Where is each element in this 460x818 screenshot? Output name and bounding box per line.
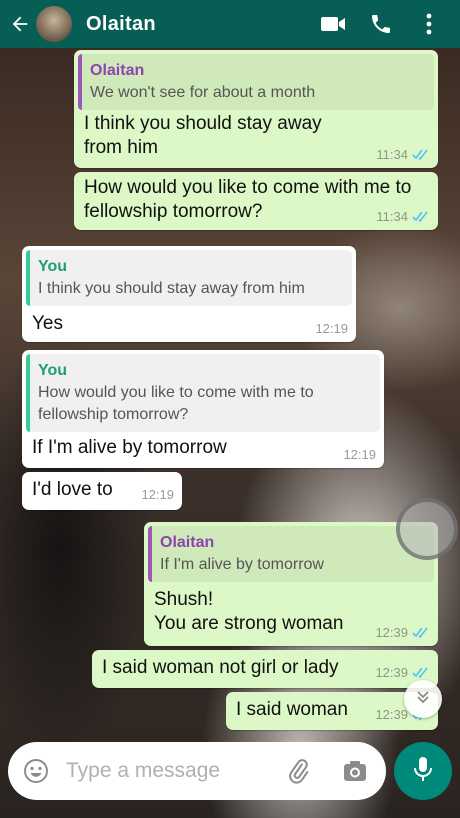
message-text: If I'm alive by tomorrow (32, 437, 227, 458)
touch-indicator (396, 498, 458, 560)
message-time: 12:39 (375, 707, 408, 722)
emoji-icon[interactable] (22, 757, 50, 785)
chevron-double-down-icon (415, 689, 431, 710)
read-receipt-icon (412, 149, 430, 160)
scroll-to-bottom-button[interactable] (404, 680, 442, 718)
message-time: 12:19 (343, 447, 376, 462)
back-arrow-icon[interactable] (6, 10, 34, 38)
chat-header: Olaitan (0, 0, 460, 48)
message-input[interactable] (64, 758, 278, 784)
quote-text: If I'm alive by tomorrow (160, 556, 324, 573)
contact-avatar[interactable] (36, 6, 72, 42)
contact-name[interactable]: Olaitan (86, 13, 156, 36)
message-bubble-outgoing[interactable]: Olaitan We won't see for about a month I… (74, 50, 438, 168)
message-bubble-incoming[interactable]: You I think you should stay away from hi… (22, 246, 356, 342)
quote-author: You (38, 362, 68, 379)
message-composer (8, 742, 386, 800)
quoted-message[interactable]: Olaitan We won't see for about a month (78, 54, 434, 110)
quote-text: I think you should stay away from him (38, 280, 305, 297)
quote-author: Olaitan (90, 62, 145, 79)
message-text: Yes (32, 313, 63, 334)
message-time: 12:19 (141, 487, 174, 502)
message-bubble-incoming[interactable]: You How would you like to come with me t… (22, 350, 384, 468)
message-time: 11:34 (376, 147, 408, 162)
read-receipt-icon (412, 667, 430, 678)
quote-author: You (38, 258, 68, 275)
message-time: 12:39 (375, 665, 408, 680)
quote-text: We won't see for about a month (90, 84, 316, 101)
message-bubble-outgoing[interactable]: Olaitan If I'm alive by tomorrow Shush! … (144, 522, 438, 646)
message-bubble-outgoing[interactable]: I said woman not girl or lady 12:39 (92, 650, 438, 688)
message-time: 11:34 (376, 209, 408, 224)
message-bubble-outgoing[interactable]: How would you like to come with me to fe… (74, 172, 438, 230)
read-receipt-icon (412, 627, 430, 638)
quoted-message[interactable]: Olaitan If I'm alive by tomorrow (148, 526, 434, 582)
quoted-message[interactable]: You I think you should stay away from hi… (26, 250, 352, 306)
voice-call-icon[interactable] (364, 7, 398, 41)
message-time: 12:39 (375, 625, 408, 640)
mic-icon (412, 755, 434, 788)
quote-author: Olaitan (160, 534, 215, 551)
quote-text: How would you like to come with me to fe… (38, 384, 314, 423)
quoted-message[interactable]: You How would you like to come with me t… (26, 354, 380, 432)
camera-icon[interactable] (340, 756, 370, 786)
message-time: 12:19 (315, 321, 348, 336)
read-receipt-icon (412, 211, 430, 222)
attach-icon[interactable] (284, 756, 314, 786)
more-options-icon[interactable] (412, 7, 446, 41)
mic-button[interactable] (394, 742, 452, 800)
video-call-icon[interactable] (316, 7, 350, 41)
message-bubble-incoming[interactable]: I'd love to 12:19 (22, 472, 182, 510)
